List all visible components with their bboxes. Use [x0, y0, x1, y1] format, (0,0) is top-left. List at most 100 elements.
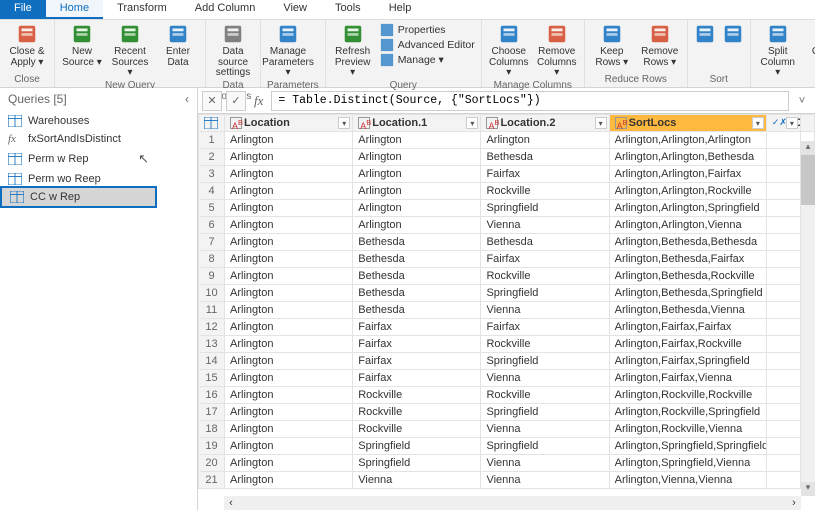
query-item-fxsortandisdistinct[interactable]: fxfxSortAndIsDistinct	[0, 130, 197, 148]
table-row[interactable]: 5ArlingtonArlingtonSpringfieldArlington,…	[199, 200, 815, 217]
cell[interactable]: Vienna	[481, 472, 609, 489]
formula-input[interactable]	[271, 91, 789, 111]
cell[interactable]: Arlington,Bethesda,Rockville	[609, 268, 766, 285]
cell[interactable]: Bethesda	[353, 251, 481, 268]
row-number[interactable]: 14	[199, 353, 225, 370]
cell[interactable]: Arlington	[225, 370, 353, 387]
column-filter-icon[interactable]: ▾	[752, 117, 764, 129]
cell[interactable]: Arlington,Arlington,Arlington	[609, 132, 766, 149]
row-number[interactable]: 1	[199, 132, 225, 149]
menu-tab-tools[interactable]: Tools	[321, 0, 375, 19]
table-row[interactable]: 19ArlingtonSpringfieldSpringfieldArlingt…	[199, 438, 815, 455]
cell[interactable]: Springfield	[481, 438, 609, 455]
split-column-button[interactable]: SplitColumn ▾	[757, 22, 799, 79]
cell[interactable]: Arlington,Arlington,Fairfax	[609, 166, 766, 183]
cell[interactable]: Arlington	[353, 183, 481, 200]
row-number[interactable]: 15	[199, 370, 225, 387]
properties-line[interactable]: Properties	[380, 23, 475, 37]
row-number[interactable]: 10	[199, 285, 225, 302]
cell[interactable]: Arlington,Fairfax,Vienna	[609, 370, 766, 387]
cell[interactable]: Vienna	[481, 302, 609, 319]
file-tab[interactable]: File	[0, 0, 46, 19]
cell[interactable]: Bethesda	[353, 234, 481, 251]
row-number[interactable]: 16	[199, 387, 225, 404]
column-filter-icon[interactable]: ▾	[786, 117, 798, 129]
table-row[interactable]: 11ArlingtonBethesdaViennaArlington,Bethe…	[199, 302, 815, 319]
cell[interactable]: Arlington	[225, 251, 353, 268]
table-row[interactable]: 4ArlingtonArlingtonRockvilleArlington,Ar…	[199, 183, 815, 200]
query-item-cc-w-rep[interactable]: CC w Rep	[0, 186, 157, 208]
cell[interactable]: Arlington	[353, 149, 481, 166]
cell[interactable]: Arlington	[225, 336, 353, 353]
cell[interactable]: Arlington	[225, 455, 353, 472]
new-source-button[interactable]: NewSource ▾	[61, 22, 103, 68]
manage-parameters-button[interactable]: ManageParameters ▾	[267, 22, 309, 79]
formula-confirm-button[interactable]: ✓	[226, 91, 246, 111]
cell[interactable]: Arlington	[225, 438, 353, 455]
cell[interactable]: Arlington,Rockville,Springfield	[609, 404, 766, 421]
cell[interactable]: Arlington	[225, 404, 353, 421]
refresh-preview-button[interactable]: RefreshPreview ▾	[332, 22, 374, 79]
table-row[interactable]: 12ArlingtonFairfaxFairfaxArlington,Fairf…	[199, 319, 815, 336]
cell[interactable]: Arlington	[225, 149, 353, 166]
cell[interactable]: Rockville	[353, 404, 481, 421]
data-source-settings-button[interactable]: Data sourcesettings	[212, 22, 254, 79]
cell[interactable]: Rockville	[481, 387, 609, 404]
cell[interactable]: Arlington,Springfield,Vienna	[609, 455, 766, 472]
cell[interactable]: Arlington,Springfield,Springfield	[609, 438, 766, 455]
table-row[interactable]: 17ArlingtonRockvilleSpringfieldArlington…	[199, 404, 815, 421]
row-number[interactable]: 7	[199, 234, 225, 251]
cell[interactable]: Rockville	[481, 336, 609, 353]
cell[interactable]: Springfield	[481, 200, 609, 217]
col-location-1-header[interactable]: ABLocation.1▾	[353, 115, 481, 132]
cell[interactable]: Arlington,Fairfax,Fairfax	[609, 319, 766, 336]
cell[interactable]: Arlington	[225, 353, 353, 370]
cell[interactable]: Arlington,Rockville,Rockville	[609, 387, 766, 404]
cell[interactable]: Arlington	[225, 319, 353, 336]
cell[interactable]: Arlington	[225, 200, 353, 217]
cell[interactable]: Rockville	[353, 387, 481, 404]
formula-expand-icon[interactable]: ˅	[793, 95, 811, 107]
group-by-button[interactable]: GroupBy	[805, 22, 815, 68]
cell[interactable]: Vienna	[353, 472, 481, 489]
table-corner[interactable]	[199, 115, 225, 132]
cell[interactable]: Fairfax	[481, 319, 609, 336]
col-location-header[interactable]: ABLocation▾	[225, 115, 353, 132]
cell[interactable]: Arlington,Arlington,Bethesda	[609, 149, 766, 166]
cell[interactable]: Arlington	[481, 132, 609, 149]
close-apply-button[interactable]: Close &Apply ▾	[6, 22, 48, 68]
cell[interactable]: Rockville	[481, 268, 609, 285]
cell[interactable]: Arlington,Fairfax,Springfield	[609, 353, 766, 370]
row-number[interactable]: 21	[199, 472, 225, 489]
cell[interactable]: Springfield	[481, 353, 609, 370]
cell[interactable]: Arlington,Rockville,Vienna	[609, 421, 766, 438]
menu-tab-transform[interactable]: Transform	[103, 0, 181, 19]
cell[interactable]: Arlington	[353, 166, 481, 183]
cell[interactable]: Arlington,Fairfax,Rockville	[609, 336, 766, 353]
cell[interactable]: Vienna	[481, 421, 609, 438]
cell[interactable]: Arlington	[225, 132, 353, 149]
cell[interactable]: Springfield	[353, 455, 481, 472]
cell[interactable]: Fairfax	[353, 370, 481, 387]
cell[interactable]: Bethesda	[353, 285, 481, 302]
cell[interactable]: Fairfax	[481, 166, 609, 183]
row-number[interactable]: 12	[199, 319, 225, 336]
table-row[interactable]: 18ArlingtonRockvilleViennaArlington,Rock…	[199, 421, 815, 438]
query-item-warehouses[interactable]: Warehouses	[0, 112, 197, 130]
manage-line[interactable]: Manage ▾	[380, 53, 475, 67]
row-number[interactable]: 3	[199, 166, 225, 183]
table-row[interactable]: 13ArlingtonFairfaxRockvilleArlington,Fai…	[199, 336, 815, 353]
cell[interactable]: Arlington,Bethesda,Springfield	[609, 285, 766, 302]
keep-rows-button[interactable]: KeepRows ▾	[591, 22, 633, 68]
menu-tab-view[interactable]: View	[269, 0, 321, 19]
cell[interactable]: Vienna	[481, 217, 609, 234]
row-number[interactable]: 4	[199, 183, 225, 200]
query-item-perm-w-rep[interactable]: Perm w Rep↖	[0, 148, 197, 170]
cell[interactable]: Arlington	[225, 217, 353, 234]
column-filter-icon[interactable]: ▾	[466, 117, 478, 129]
cell[interactable]: Arlington	[225, 166, 353, 183]
row-number[interactable]: 17	[199, 404, 225, 421]
table-row[interactable]: 6ArlingtonArlingtonViennaArlington,Arlin…	[199, 217, 815, 234]
column-filter-icon[interactable]: ▾	[595, 117, 607, 129]
sort-desc-button[interactable]	[722, 22, 744, 47]
